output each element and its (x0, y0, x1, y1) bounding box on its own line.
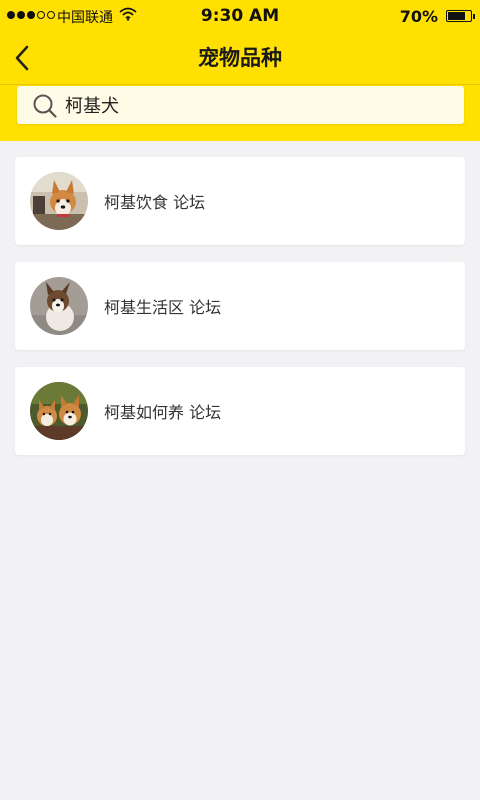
forum-list: 柯基饮食 论坛 柯基生活区 论坛 柯基如何养 论坛 (15, 157, 465, 472)
nav-bar: 宠物品种 (0, 32, 480, 84)
forum-card-diet[interactable]: 柯基饮食 论坛 (15, 157, 465, 245)
nav-divider (0, 84, 480, 85)
forum-card-care[interactable]: 柯基如何养 论坛 (15, 367, 465, 455)
status-bar: 中国联通 9:30 AM 70% (0, 0, 480, 32)
avatar (30, 382, 88, 440)
forum-label: 柯基生活区 论坛 (104, 298, 222, 317)
search-bar[interactable] (17, 86, 464, 124)
avatar (30, 172, 88, 230)
forum-label: 柯基饮食 论坛 (104, 193, 206, 212)
page-title: 宠物品种 (198, 46, 282, 70)
battery-percentage: 70% (399, 7, 438, 26)
search-icon (33, 94, 57, 118)
forum-label: 柯基如何养 论坛 (104, 403, 222, 422)
avatar (30, 277, 88, 335)
battery-icon (446, 10, 472, 22)
forum-card-life[interactable]: 柯基生活区 论坛 (15, 262, 465, 350)
search-input[interactable] (65, 86, 445, 124)
